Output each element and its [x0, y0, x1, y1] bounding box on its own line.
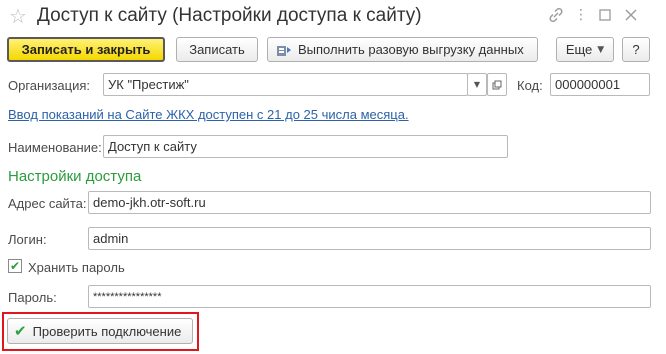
name-field[interactable]: Доступ к сайту: [103, 135, 508, 158]
export-button[interactable]: Выполнить разовую выгрузку данных: [267, 37, 538, 62]
export-icon: [276, 43, 292, 57]
code-label: Код:: [517, 78, 543, 93]
more-menu-button[interactable]: Еще ▼: [556, 37, 614, 62]
organization-label: Организация:: [8, 78, 91, 93]
more-label: Еще: [565, 42, 593, 57]
code-field[interactable]: 000000001: [550, 73, 650, 96]
password-label: Пароль:: [8, 290, 57, 305]
organization-field[interactable]: УК "Престиж": [103, 73, 468, 96]
link-icon[interactable]: [545, 4, 567, 26]
name-label: Наименование:: [8, 140, 102, 155]
help-button[interactable]: ?: [622, 37, 650, 62]
login-label: Логин:: [8, 232, 47, 247]
check-icon: ✔: [14, 322, 27, 340]
save-button[interactable]: Записать: [176, 37, 258, 62]
store-password-checkbox[interactable]: ✔: [8, 259, 22, 273]
password-field[interactable]: ****************: [88, 285, 651, 308]
store-password-label: Хранить пароль: [28, 260, 125, 275]
login-field[interactable]: admin: [88, 227, 651, 250]
maximize-icon[interactable]: [594, 4, 616, 26]
section-title: Настройки доступа: [8, 168, 142, 185]
checkmark-icon: ✔: [9, 259, 21, 273]
close-icon[interactable]: [620, 4, 642, 26]
save-and-close-button[interactable]: Записать и закрыть: [7, 37, 165, 62]
check-connection-label: Проверить подключение: [32, 323, 182, 339]
open-button[interactable]: [487, 73, 507, 96]
chevron-down-icon: ▼: [597, 44, 605, 55]
more-vertical-icon[interactable]: ⋮: [570, 4, 592, 26]
export-button-label: Выполнить разовую выгрузку данных: [298, 42, 524, 57]
site-address-field[interactable]: demo-jkh.otr-soft.ru: [88, 191, 651, 214]
window-title: Доступ к сайту (Настройки доступа к сайт…: [37, 5, 422, 26]
open-icon: [492, 80, 502, 90]
dropdown-arrow-icon: ▼: [473, 80, 481, 89]
info-link[interactable]: Ввод показаний на Сайте ЖКХ доступен с 2…: [8, 107, 409, 122]
check-connection-button[interactable]: ✔ Проверить подключение: [7, 318, 193, 344]
dropdown-button[interactable]: ▼: [467, 73, 487, 96]
site-address-label: Адрес сайта:: [8, 196, 87, 211]
title-bar: ☆ Доступ к сайту (Настройки доступа к са…: [0, 0, 666, 34]
star-icon[interactable]: ☆: [9, 5, 27, 27]
